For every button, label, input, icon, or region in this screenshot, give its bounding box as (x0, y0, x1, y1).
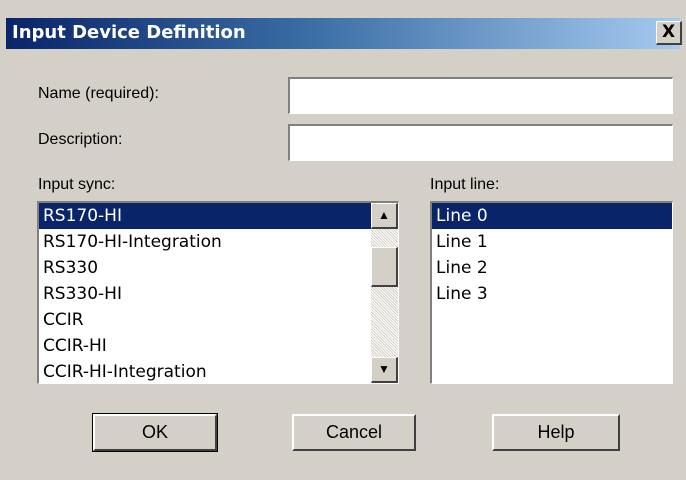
scroll-thumb[interactable] (371, 247, 398, 287)
name-label: Name (required): (38, 85, 159, 102)
input-line-list-item[interactable]: Line 3 (432, 281, 672, 307)
ok-button[interactable]: OK (92, 413, 218, 452)
input-sync-list-item[interactable]: RS330 (39, 255, 398, 281)
description-label: Description: (38, 131, 123, 148)
input-line-list-item[interactable]: Line 2 (432, 255, 672, 281)
input-sync-list-item[interactable]: RS170-HI-Integration (39, 229, 398, 255)
input-line-list: Line 0 Line 1 Line 2 Line 3 (432, 203, 672, 307)
cancel-button[interactable]: Cancel (292, 414, 416, 451)
input-sync-list-item[interactable]: RS330-HI (39, 281, 398, 307)
input-sync-listbox[interactable]: RS170-HI RS170-HI-Integration RS330 RS330-H… (37, 201, 399, 384)
input-sync-label: Input sync: (38, 176, 116, 193)
title-bar: Input Device Definition X (6, 18, 682, 49)
name-input[interactable] (288, 77, 673, 114)
close-button[interactable]: X (656, 21, 682, 45)
input-line-listbox[interactable]: Line 0 Line 1 Line 2 Line 3 (430, 201, 673, 384)
input-line-label: Input line: (430, 176, 500, 193)
help-button-label: Help (537, 422, 575, 442)
cancel-button-label: Cancel (325, 422, 383, 442)
dialog-title: Input Device Definition (12, 22, 246, 43)
description-input[interactable] (288, 124, 673, 161)
input-sync-list-item[interactable]: CCIR-HI (39, 333, 398, 359)
close-icon: X (661, 22, 676, 42)
help-button[interactable]: Help (492, 414, 620, 451)
input-sync-scrollbar[interactable]: ▲ ▼ (371, 203, 398, 383)
scroll-up-button[interactable]: ▲ (371, 203, 398, 229)
input-line-list-item[interactable]: Line 1 (432, 229, 672, 255)
input-sync-list: RS170-HI RS170-HI-Integration RS330 RS330-H… (39, 203, 398, 383)
input-sync-list-item[interactable]: CCIR-HI-Integration (39, 359, 398, 383)
input-line-list-item[interactable]: Line 0 (432, 203, 672, 229)
arrow-down-icon: ▼ (378, 362, 390, 376)
ok-button-label: OK (141, 422, 168, 442)
arrow-up-icon: ▲ (378, 208, 390, 222)
input-device-definition-dialog: Input Device Definition X Name (required… (0, 0, 686, 480)
input-sync-list-item[interactable]: CCIR (39, 307, 398, 333)
input-sync-list-item[interactable]: RS170-HI (39, 203, 398, 229)
scroll-down-button[interactable]: ▼ (371, 357, 398, 383)
